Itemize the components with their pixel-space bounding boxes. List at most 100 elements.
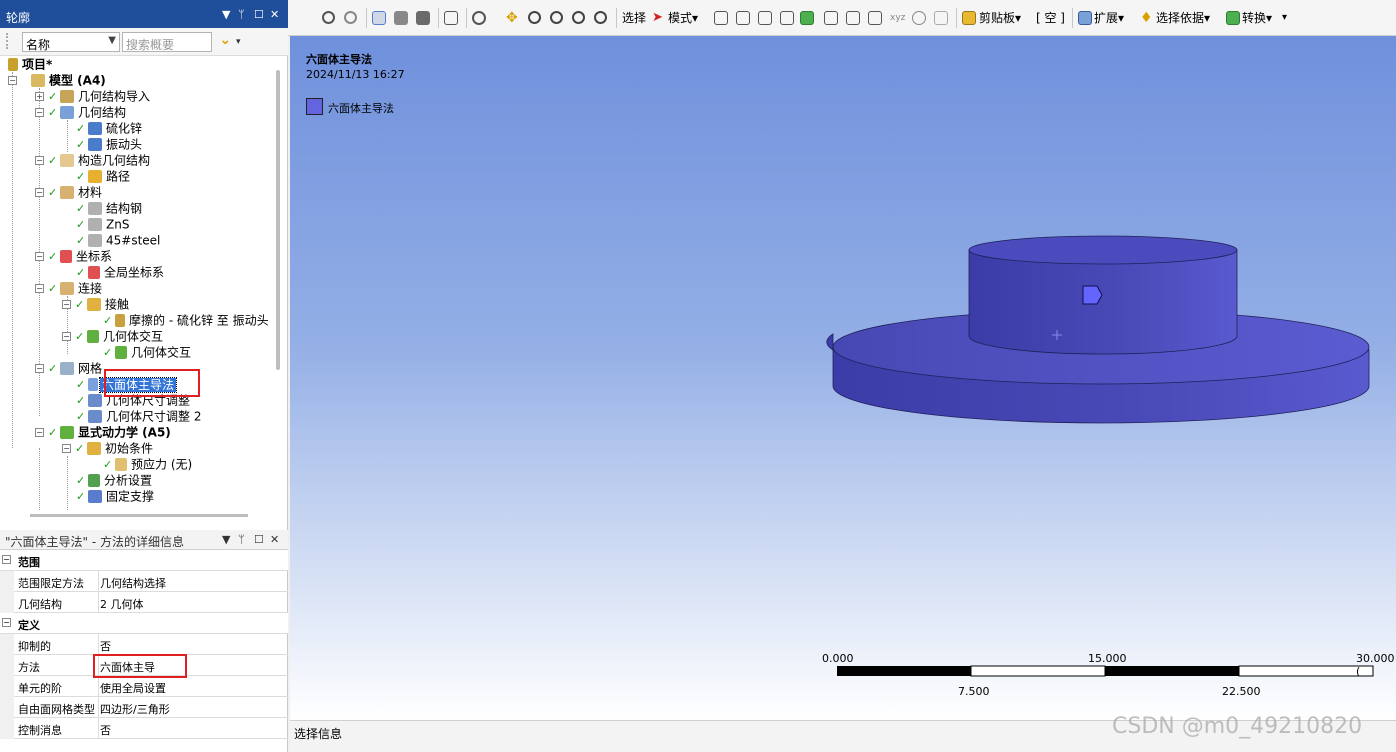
- extend-button[interactable]: 扩展▾: [1094, 9, 1124, 27]
- details-row-control-messages[interactable]: 控制消息 否: [0, 718, 288, 739]
- pin-icon[interactable]: ᛘ: [238, 8, 245, 21]
- select-button[interactable]: 选择: [622, 9, 646, 27]
- box-select-icon[interactable]: [444, 11, 458, 25]
- tree-item-global-coordinate-system[interactable]: ✓ 全局坐标系: [76, 264, 164, 280]
- node-select-icon[interactable]: [824, 11, 838, 25]
- tree-item-prestress[interactable]: ✓ 预应力 (无): [103, 456, 192, 472]
- toolbar-overflow-icon[interactable]: ▾: [1282, 9, 1287, 27]
- zoom-fit-icon[interactable]: [572, 11, 585, 24]
- pin-icon[interactable]: ᛘ: [238, 533, 245, 546]
- tree-item-explicit-dynamics[interactable]: − ✓ 显式动力学 (A5): [35, 424, 171, 440]
- clipboard-button[interactable]: 剪贴板▾: [979, 9, 1021, 27]
- tree-item-45steel[interactable]: ✓ 45#steel: [76, 232, 160, 248]
- cube-icon[interactable]: [394, 11, 408, 25]
- tree-item-geometry[interactable]: − ✓ 几何结构: [35, 104, 126, 120]
- multi-cube-icon[interactable]: [416, 11, 430, 25]
- annotation-icon[interactable]: [934, 11, 948, 25]
- details-row-element-order[interactable]: 单元的阶 使用全局设置: [0, 676, 288, 697]
- tree-item-body-sizing-2[interactable]: ✓ 几何体尺寸调整 2: [76, 408, 201, 424]
- rotate-icon[interactable]: [472, 11, 486, 25]
- body-mode-icon[interactable]: [372, 11, 386, 25]
- zoom-out-icon[interactable]: [344, 11, 357, 24]
- edge-select-icon[interactable]: [736, 11, 750, 25]
- material-tag-icon: [88, 234, 102, 247]
- tree-scrollbar[interactable]: [276, 70, 280, 370]
- details-row-free-face-mesh-type[interactable]: 自由面网格类型 四边形/三角形: [0, 697, 288, 718]
- mode-button[interactable]: 模式▾: [668, 9, 698, 27]
- collapse-icon[interactable]: −: [35, 156, 44, 165]
- tree-item-project[interactable]: 项目*: [8, 56, 52, 72]
- graphics-viewport[interactable]: 六面体主导法 2024/11/13 16:27 六面体主导法 0.000 15.…: [290, 36, 1396, 720]
- vertex-select-icon[interactable]: [714, 11, 728, 25]
- tree-item-analysis-settings[interactable]: ✓ 分析设置: [76, 472, 152, 488]
- upper-cylinder-top: [968, 235, 1238, 265]
- tree-item-frictional-contact[interactable]: ✓ 摩擦的 - 硫化锌 至 振动头: [103, 312, 269, 328]
- face-select-icon-2[interactable]: [780, 11, 794, 25]
- magnifier-icon[interactable]: [594, 11, 607, 24]
- filter-chevron-icon[interactable]: ⌄ ▾: [214, 32, 246, 52]
- model-geometry[interactable]: [290, 36, 1396, 720]
- collapse-icon[interactable]: −: [62, 300, 71, 309]
- expand-icon[interactable]: +: [35, 92, 44, 101]
- zoom-icon[interactable]: [528, 11, 541, 24]
- collapse-icon[interactable]: −: [35, 364, 44, 373]
- tree-item-initial-conditions[interactable]: − ✓ 初始条件: [62, 440, 153, 456]
- collapse-icon[interactable]: −: [2, 618, 11, 627]
- filter-select[interactable]: 名称 ▼: [22, 32, 120, 52]
- maximize-icon[interactable]: ☐: [254, 533, 264, 546]
- tree-item-zns-body[interactable]: ✓ 硫化锌: [76, 120, 142, 136]
- xyz-icon[interactable]: xyz: [890, 11, 905, 25]
- close-icon[interactable]: ✕: [270, 8, 279, 21]
- dropdown-icon[interactable]: ▼: [222, 8, 230, 21]
- tree-item-materials[interactable]: − ✓ 材料: [35, 184, 102, 200]
- tree-item-mesh[interactable]: − ✓ 网格: [35, 360, 102, 376]
- collapse-icon[interactable]: −: [35, 428, 44, 437]
- maximize-icon[interactable]: ☐: [254, 8, 264, 21]
- pan-icon[interactable]: ✥: [506, 11, 520, 25]
- collapse-icon[interactable]: −: [35, 108, 44, 117]
- details-row-geometry[interactable]: 几何结构 2 几何体: [0, 592, 288, 613]
- tree-item-vibration-head[interactable]: ✓ 振动头: [76, 136, 142, 152]
- tree-item-path[interactable]: ✓ 路径: [76, 168, 130, 184]
- tree-item-connections[interactable]: − ✓ 连接: [35, 280, 102, 296]
- collapse-icon[interactable]: −: [62, 444, 71, 453]
- collapse-icon[interactable]: −: [35, 284, 44, 293]
- tree-item-model[interactable]: − 模型 (A4): [8, 72, 106, 88]
- search-input[interactable]: 搜索概要: [122, 32, 212, 52]
- body-select-icon[interactable]: [800, 11, 814, 25]
- check-icon: ✓: [48, 361, 58, 375]
- mesh-select-icon[interactable]: [868, 11, 882, 25]
- tree-item-structural-steel[interactable]: ✓ 结构钢: [76, 200, 142, 216]
- select-by-button[interactable]: 选择依据▾: [1156, 9, 1210, 27]
- collapse-icon[interactable]: −: [8, 76, 17, 85]
- tree-horizontal-scrollbar[interactable]: [30, 514, 248, 517]
- element-select-icon[interactable]: [846, 11, 860, 25]
- convert-button[interactable]: 转换▾: [1242, 9, 1272, 27]
- collapse-icon[interactable]: −: [35, 252, 44, 261]
- location-pin-icon: ♦: [1140, 10, 1153, 26]
- details-category-scope[interactable]: − 范围: [0, 550, 288, 571]
- tree-item-geometry-import[interactable]: + ✓ 几何结构导入: [35, 88, 150, 104]
- initial-conditions-icon: [87, 442, 101, 455]
- details-row-scoping-method[interactable]: 范围限定方法 几何结构选择: [0, 571, 288, 592]
- label-icon[interactable]: [912, 11, 926, 25]
- tree-item-zns-material[interactable]: ✓ ZnS: [76, 216, 129, 232]
- tree-item-body-interaction[interactable]: ✓ 几何体交互: [103, 344, 191, 360]
- construction-geometry-icon: [60, 154, 74, 167]
- collapse-icon[interactable]: −: [35, 188, 44, 197]
- zoom-in-icon[interactable]: [322, 11, 335, 24]
- tree-item-body-interactions[interactable]: − ✓ 几何体交互: [62, 328, 163, 344]
- collapse-icon[interactable]: −: [2, 555, 11, 564]
- check-icon: ✓: [48, 89, 58, 103]
- details-category-definition[interactable]: − 定义: [0, 613, 288, 634]
- close-icon[interactable]: ✕: [270, 533, 279, 546]
- dropdown-icon[interactable]: ▼: [222, 533, 230, 546]
- face-select-icon[interactable]: [758, 11, 772, 25]
- tree-item-coordinate-systems[interactable]: − ✓ 坐标系: [35, 248, 112, 264]
- tree-item-contacts[interactable]: − ✓ 接触: [62, 296, 129, 312]
- tree-item-fixed-support[interactable]: ✓ 固定支撑: [76, 488, 154, 504]
- zoom-box-icon[interactable]: [550, 11, 563, 24]
- details-row-suppressed[interactable]: 抑制的 否: [0, 634, 288, 655]
- tree-item-construction-geometry[interactable]: − ✓ 构造几何结构: [35, 152, 150, 168]
- collapse-icon[interactable]: −: [62, 332, 71, 341]
